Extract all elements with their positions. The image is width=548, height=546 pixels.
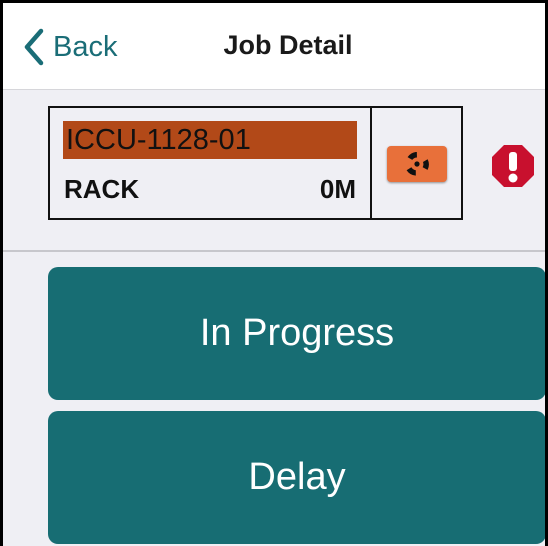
job-card[interactable]: ICCU-1128-01 RACK 0M <box>48 106 463 220</box>
page-title: Job Detail <box>223 30 353 60</box>
job-id: ICCU-1128-01 <box>63 121 357 159</box>
in-progress-button[interactable]: In Progress <box>48 267 545 400</box>
job-info: ICCU-1128-01 RACK 0M <box>50 108 372 218</box>
navigation-bar: Back Job Detail <box>3 3 545 90</box>
job-distance: 0M <box>319 174 356 204</box>
alert-icon[interactable] <box>490 143 536 194</box>
radiation-icon <box>387 146 447 182</box>
section-divider <box>3 250 545 252</box>
job-type: RACK <box>64 174 140 204</box>
app-frame: Back Job Detail ICCU-1128-01 RACK 0M In … <box>0 0 548 546</box>
delay-button[interactable]: Delay <box>48 411 545 544</box>
